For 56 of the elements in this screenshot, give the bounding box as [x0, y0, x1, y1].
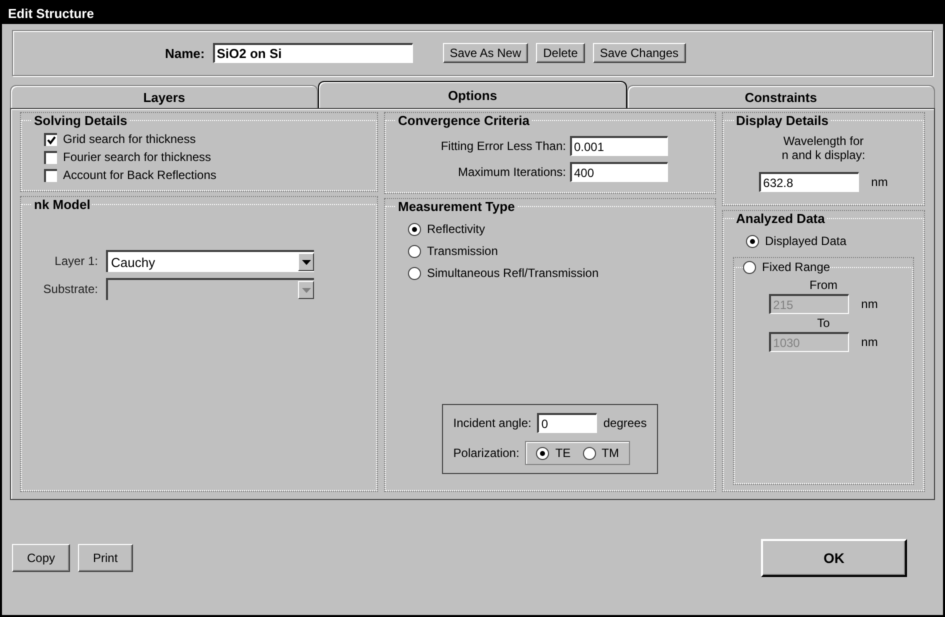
input-field[interactable]: 400: [570, 162, 668, 182]
ok-button[interactable]: OK: [761, 538, 907, 576]
checkbox[interactable]: [44, 150, 57, 164]
checkbox-option[interactable]: Grid search for thickness: [44, 130, 366, 148]
header-button[interactable]: Save As New: [442, 43, 528, 63]
field-label: Layer 1:: [54, 254, 98, 268]
checkbox-option[interactable]: Account for Back Reflections: [44, 166, 366, 184]
unit-label: nm: [861, 297, 878, 311]
field-label: Fitting Error Less Than:: [440, 139, 566, 153]
group-title: Solving Details: [33, 113, 128, 128]
checkbox[interactable]: [44, 132, 57, 146]
group-title: Convergence Criteria: [397, 113, 530, 128]
radio-button[interactable]: [743, 260, 756, 274]
name-field[interactable]: SiO2 on Si: [212, 43, 413, 63]
radio-option[interactable]: Displayed Data: [746, 232, 913, 250]
group-title: Measurement Type: [397, 199, 516, 214]
radio-button[interactable]: [746, 234, 759, 248]
checkbox[interactable]: [44, 168, 57, 182]
field-label: To: [816, 316, 831, 330]
radio-button[interactable]: [536, 446, 550, 460]
tab[interactable]: Constraints: [626, 85, 935, 108]
radio-option[interactable]: TM: [582, 444, 619, 462]
field-label: From: [808, 278, 838, 292]
dropdown[interactable]: Cauchy: [106, 250, 314, 272]
field-label: Incident angle:: [453, 416, 532, 430]
footer-button[interactable]: Print: [78, 544, 133, 572]
field-label: Polarization:: [453, 446, 520, 460]
radio-option[interactable]: Simultaneous Refl/Transmission: [408, 264, 704, 282]
radio-button[interactable]: [408, 266, 421, 280]
unit-label: degrees: [603, 416, 647, 430]
unit-label: nm: [871, 175, 888, 189]
header-button[interactable]: Save Changes: [592, 43, 686, 63]
radio-button[interactable]: [408, 244, 421, 258]
group-title: Display Details: [735, 113, 830, 128]
header-button[interactable]: Delete: [536, 43, 585, 63]
radio-button[interactable]: [408, 222, 421, 236]
radio-button[interactable]: [582, 446, 596, 460]
tab[interactable]: Layers: [10, 85, 318, 108]
checkbox-option[interactable]: Fourier search for thickness: [44, 148, 366, 166]
field-label: Wavelength for n and k display:: [780, 134, 866, 162]
unit-label: nm: [861, 335, 878, 349]
radio-option[interactable]: Reflectivity: [408, 220, 704, 238]
radio-option[interactable]: Fixed Range: [743, 258, 830, 276]
name-label: Name:: [165, 46, 205, 60]
tab[interactable]: Options: [318, 81, 627, 108]
group-title: Analyzed Data: [735, 211, 826, 226]
input-field[interactable]: 0.001: [570, 136, 668, 156]
field-label: Maximum Iterations:: [458, 165, 566, 179]
radio-option[interactable]: TE: [536, 444, 571, 462]
group-title: nk Model: [33, 197, 92, 212]
footer-button[interactable]: Copy: [12, 544, 70, 572]
input-field[interactable]: 632.8: [759, 172, 860, 192]
input-field[interactable]: 0: [537, 413, 598, 433]
field-label: Substrate:: [42, 282, 98, 296]
radio-option[interactable]: Transmission: [408, 242, 704, 260]
window-title: Edit Structure: [8, 6, 94, 20]
